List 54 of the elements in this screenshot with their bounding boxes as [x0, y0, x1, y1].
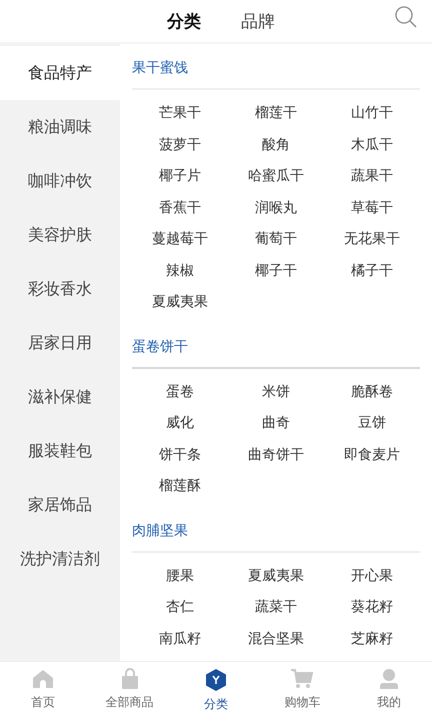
- subcategory-link[interactable]: 椰子干: [255, 256, 297, 287]
- subcategory-link[interactable]: 混合坚果: [248, 624, 304, 655]
- section-title: 果干蜜饯: [132, 44, 420, 90]
- user-icon: [378, 668, 400, 690]
- subcategory-link[interactable]: 菠萝干: [159, 130, 201, 161]
- subcategory-link[interactable]: 蔬果干: [351, 161, 393, 192]
- subcategory-link[interactable]: 椰子片: [159, 161, 201, 192]
- search-icon[interactable]: [394, 5, 418, 29]
- subcategory-link[interactable]: 米饼: [262, 376, 290, 408]
- header-tab[interactable]: 分类: [161, 6, 207, 36]
- subcategory-link[interactable]: 葡萄干: [255, 224, 297, 256]
- header-tab[interactable]: 品牌: [235, 6, 281, 36]
- section-title: 蛋卷饼干: [132, 322, 420, 368]
- subcategory-link[interactable]: 香蕉干: [159, 192, 201, 224]
- cart-icon: [290, 668, 314, 690]
- subcategory-link[interactable]: 橘子干: [351, 256, 393, 287]
- subcategory-link[interactable]: 腰果: [166, 560, 194, 592]
- subcategory-link[interactable]: 曲奇饼干: [248, 440, 304, 471]
- subcategory-link[interactable]: 榴莲干: [255, 98, 297, 130]
- subcategory-link[interactable]: 曲奇: [262, 408, 290, 440]
- subcategory-link[interactable]: 开心果: [351, 560, 393, 592]
- subcategory-link[interactable]: 山竹干: [351, 98, 393, 130]
- subcategory-link[interactable]: 辣椒: [166, 256, 194, 287]
- subcategory-link[interactable]: 无花果干: [344, 224, 400, 256]
- subcategory-link[interactable]: 芝麻籽: [351, 624, 393, 655]
- nav-tab[interactable]: 分类: [172, 662, 260, 720]
- subcategory-link[interactable]: 脆酥卷: [351, 376, 393, 408]
- subcategory-link[interactable]: 葵花籽: [351, 592, 393, 624]
- section-title: 肉脯坚果: [132, 506, 420, 552]
- hexagon-icon: [205, 668, 228, 692]
- nav-tab[interactable]: 首页: [0, 662, 86, 720]
- subcategory-link[interactable]: 夏威夷果: [248, 560, 304, 592]
- subcategory-link[interactable]: 哈蜜瓜干: [248, 161, 304, 192]
- subcategory-link[interactable]: 夏威夷果: [152, 287, 208, 318]
- subcategory-link[interactable]: 蔬菜干: [255, 592, 297, 624]
- subcategory-link[interactable]: 威化: [166, 408, 194, 440]
- subcategory-link[interactable]: 杏仁: [166, 592, 194, 624]
- home-icon: [32, 668, 54, 690]
- subcategory-link[interactable]: 饼干条: [159, 440, 201, 471]
- nav-tab[interactable]: 购物车: [259, 662, 346, 720]
- subcategory-link[interactable]: 蔓越莓干: [152, 224, 208, 256]
- subcategory-link[interactable]: 草莓干: [351, 192, 393, 224]
- subcategory-link[interactable]: 芒果干: [159, 98, 201, 130]
- nav-tab[interactable]: 我的: [346, 662, 432, 720]
- subcategory-link[interactable]: 即食麦片: [344, 440, 400, 471]
- subcategory-link[interactable]: 木瓜干: [351, 130, 393, 161]
- subcategory-link[interactable]: 榴莲酥: [159, 471, 201, 502]
- subcategory-link[interactable]: 蛋卷: [166, 376, 194, 408]
- subcategory-link[interactable]: 酸角: [262, 130, 290, 161]
- subcategory-link[interactable]: 豆饼: [358, 408, 386, 440]
- subcategory-link[interactable]: 润喉丸: [255, 192, 297, 224]
- nav-tab[interactable]: 全部商品: [86, 662, 173, 720]
- subcategory-link[interactable]: 南瓜籽: [159, 624, 201, 655]
- category-item[interactable]: 食品特产: [0, 46, 120, 100]
